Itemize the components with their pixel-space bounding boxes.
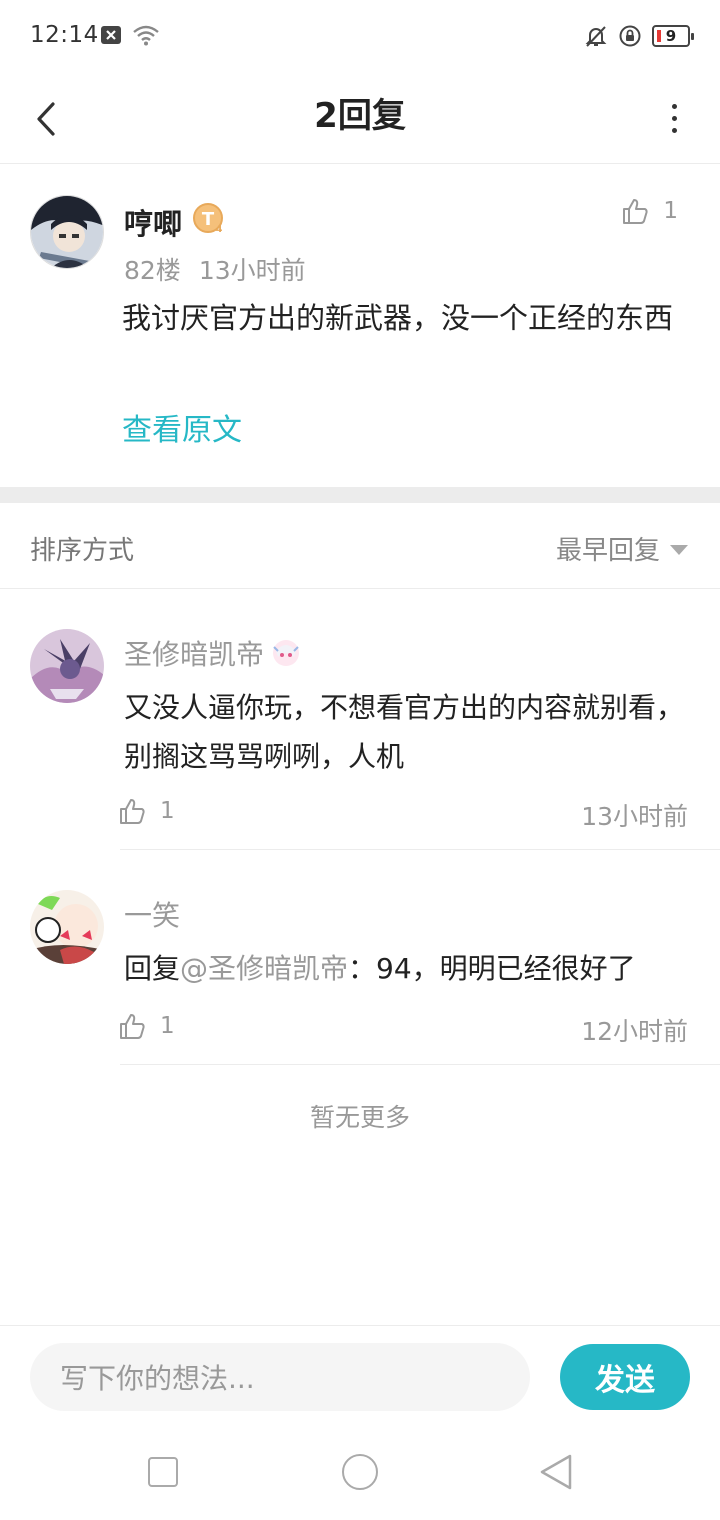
send-button[interactable]: 发送 xyxy=(560,1344,690,1410)
reply-mention-link[interactable]: @圣修暗凯帝 xyxy=(180,952,348,985)
no-more-text: 暂无更多 xyxy=(309,1103,410,1132)
recent-apps-icon[interactable] xyxy=(148,1457,178,1487)
sort-label: 排序方式 xyxy=(30,536,135,566)
post-time: 13小时前 xyxy=(198,256,306,285)
reply-time: 13小时前 xyxy=(581,802,688,831)
comment-input-bar: 写下你的想法... 发送 xyxy=(0,1325,720,1425)
thumbs-up-icon xyxy=(623,199,648,224)
thumbs-up-icon xyxy=(120,799,145,824)
status-icons-left xyxy=(100,24,160,46)
battery-icon: 9 xyxy=(652,25,694,47)
svg-text:T: T xyxy=(202,209,215,230)
post-like-button[interactable]: 1 xyxy=(621,197,678,225)
title-badge-icon: T 4 xyxy=(193,203,223,235)
status-bar: 12:14 9 xyxy=(0,0,720,74)
post-content: 我讨厌官方出的新武器，没一个正经的东西 xyxy=(122,301,674,335)
close-box-icon xyxy=(101,26,121,44)
avatar[interactable] xyxy=(30,195,104,269)
home-icon[interactable] xyxy=(342,1454,378,1490)
reply-content: 又没人逼你玩，不想看官方出的内容就别看，别搁这骂骂咧咧，人机 xyxy=(124,691,685,773)
reply-content: 回复@圣修暗凯帝：94，明明已经很好了 xyxy=(124,944,694,993)
avatar[interactable] xyxy=(30,629,104,703)
svg-text:4: 4 xyxy=(216,224,223,235)
post-meta: 82楼 13小时前 xyxy=(124,251,306,287)
more-vertical-icon-dot xyxy=(671,115,677,121)
more-vertical-icon-dot xyxy=(671,127,677,133)
system-nav-bar xyxy=(0,1425,720,1520)
back-triangle-icon[interactable] xyxy=(538,1453,574,1491)
reply-author-label: 圣修暗凯帝 xyxy=(124,638,265,671)
post-author-name[interactable]: 哼唧 xyxy=(124,201,182,243)
bell-off-icon xyxy=(585,26,607,47)
view-original-link[interactable]: 查看原文 xyxy=(122,405,242,449)
reply-like-count: 1 xyxy=(160,798,175,824)
reply-divider xyxy=(120,1064,720,1065)
reply-author-name[interactable]: 圣修暗凯帝 xyxy=(124,633,302,673)
avatar[interactable] xyxy=(30,890,104,964)
reply-author-name[interactable]: 一笑 xyxy=(124,894,180,934)
top-bar: 2回复 xyxy=(0,74,720,164)
post-like-count: 1 xyxy=(663,198,678,224)
status-time: 12:14 xyxy=(30,22,99,48)
status-icons-right: 9 xyxy=(584,24,694,48)
sort-selected-value: 最早回复 xyxy=(555,536,660,566)
sort-bar: 排序方式 最早回复 xyxy=(0,503,720,589)
reply-time: 12小时前 xyxy=(581,1017,688,1046)
reply-like-button[interactable]: 1 xyxy=(118,797,175,825)
reply-like-button[interactable]: 1 xyxy=(118,1012,175,1040)
more-vertical-icon-dot xyxy=(671,103,677,109)
caret-down-icon xyxy=(670,544,688,555)
reply-prefix: 回复 xyxy=(124,952,181,985)
reply-item: 一笑 回复@圣修暗凯帝：94，明明已经很好了 1 12小时前 xyxy=(0,850,720,1065)
reply-item: 圣修暗凯帝 又没人逼你玩，不想看官方出的内容就别看，别搁这骂骂咧咧，人机 1 1… xyxy=(0,589,720,850)
sort-dropdown[interactable]: 最早回复 xyxy=(556,530,688,567)
avatar-badge-icon xyxy=(273,640,300,666)
post-floor: 82楼 xyxy=(124,256,181,285)
reply-author-label: 一笑 xyxy=(124,899,181,932)
comment-input[interactable]: 写下你的想法... xyxy=(30,1343,530,1411)
rotation-lock-icon xyxy=(619,25,641,47)
original-post: 哼唧 T 4 82楼 13小时前 1 我讨厌官方出的新武器，没一个正经的东西 查看… xyxy=(0,165,720,487)
page-title: 2回复 xyxy=(314,96,406,136)
thumbs-up-icon xyxy=(120,1014,145,1039)
wifi-icon xyxy=(133,25,159,46)
reply-like-count: 1 xyxy=(160,1013,175,1039)
section-divider xyxy=(0,487,720,503)
reply-text: ：94，明明已经很好了 xyxy=(348,952,636,985)
more-options-button[interactable] xyxy=(664,96,684,140)
